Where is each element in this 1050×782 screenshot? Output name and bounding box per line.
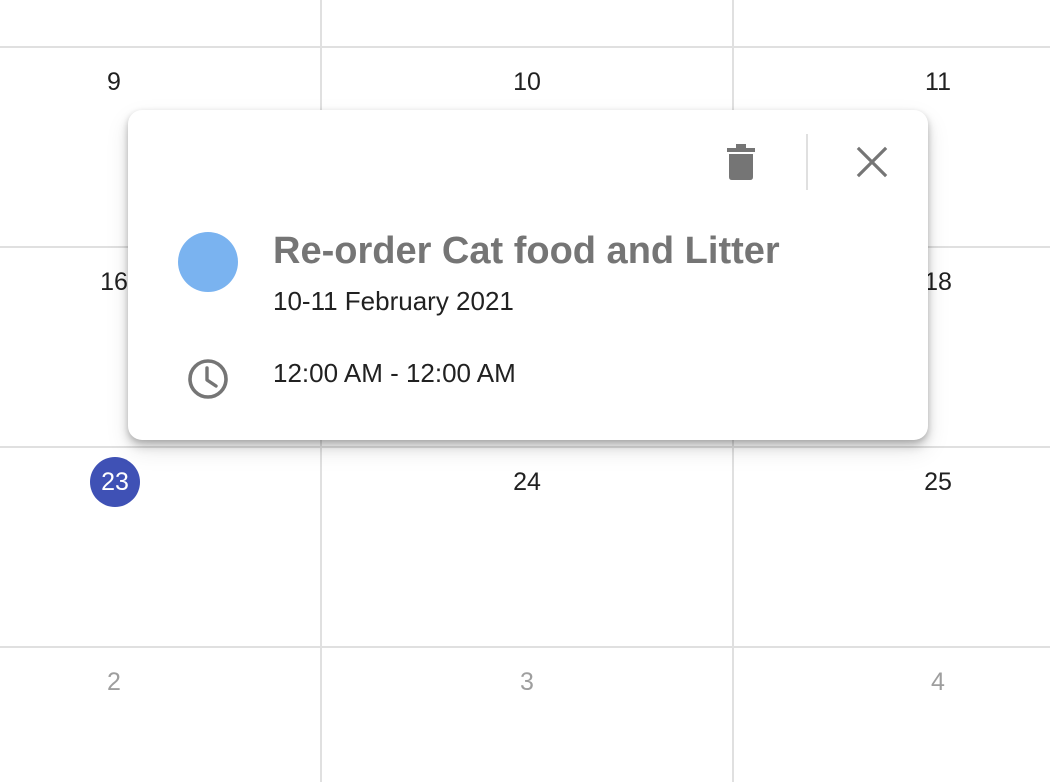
toolbar-divider — [806, 134, 808, 190]
calendar-month-grid: 9 10 11 16 18 23 24 25 2 3 4 Re-order Ca… — [0, 0, 1050, 782]
today-day-number[interactable]: 23 — [90, 457, 140, 507]
grid-row-divider — [0, 446, 1050, 448]
day-number[interactable]: 11 — [908, 67, 968, 97]
grid-row-divider — [0, 46, 1050, 48]
day-number[interactable]: 25 — [908, 467, 968, 497]
trash-icon — [727, 144, 755, 180]
event-title: Re-order Cat food and Litter — [273, 230, 780, 272]
delete-event-button[interactable] — [713, 134, 769, 190]
day-number-next-month[interactable]: 4 — [908, 667, 968, 697]
event-color-indicator — [178, 232, 238, 292]
event-date-range: 10-11 February 2021 — [273, 286, 514, 316]
day-number-next-month[interactable]: 3 — [497, 667, 557, 697]
day-number[interactable]: 10 — [497, 67, 557, 97]
event-time-range: 12:00 AM - 12:00 AM — [273, 358, 516, 388]
day-number[interactable]: 24 — [497, 467, 557, 497]
close-popover-button[interactable] — [844, 134, 900, 190]
event-details-popover: Re-order Cat food and Litter 10-11 Febru… — [128, 110, 928, 440]
close-icon — [856, 146, 888, 178]
day-number-next-month[interactable]: 2 — [84, 667, 144, 697]
grid-row-divider — [0, 646, 1050, 648]
day-number[interactable]: 9 — [84, 67, 144, 97]
clock-icon — [188, 359, 228, 399]
